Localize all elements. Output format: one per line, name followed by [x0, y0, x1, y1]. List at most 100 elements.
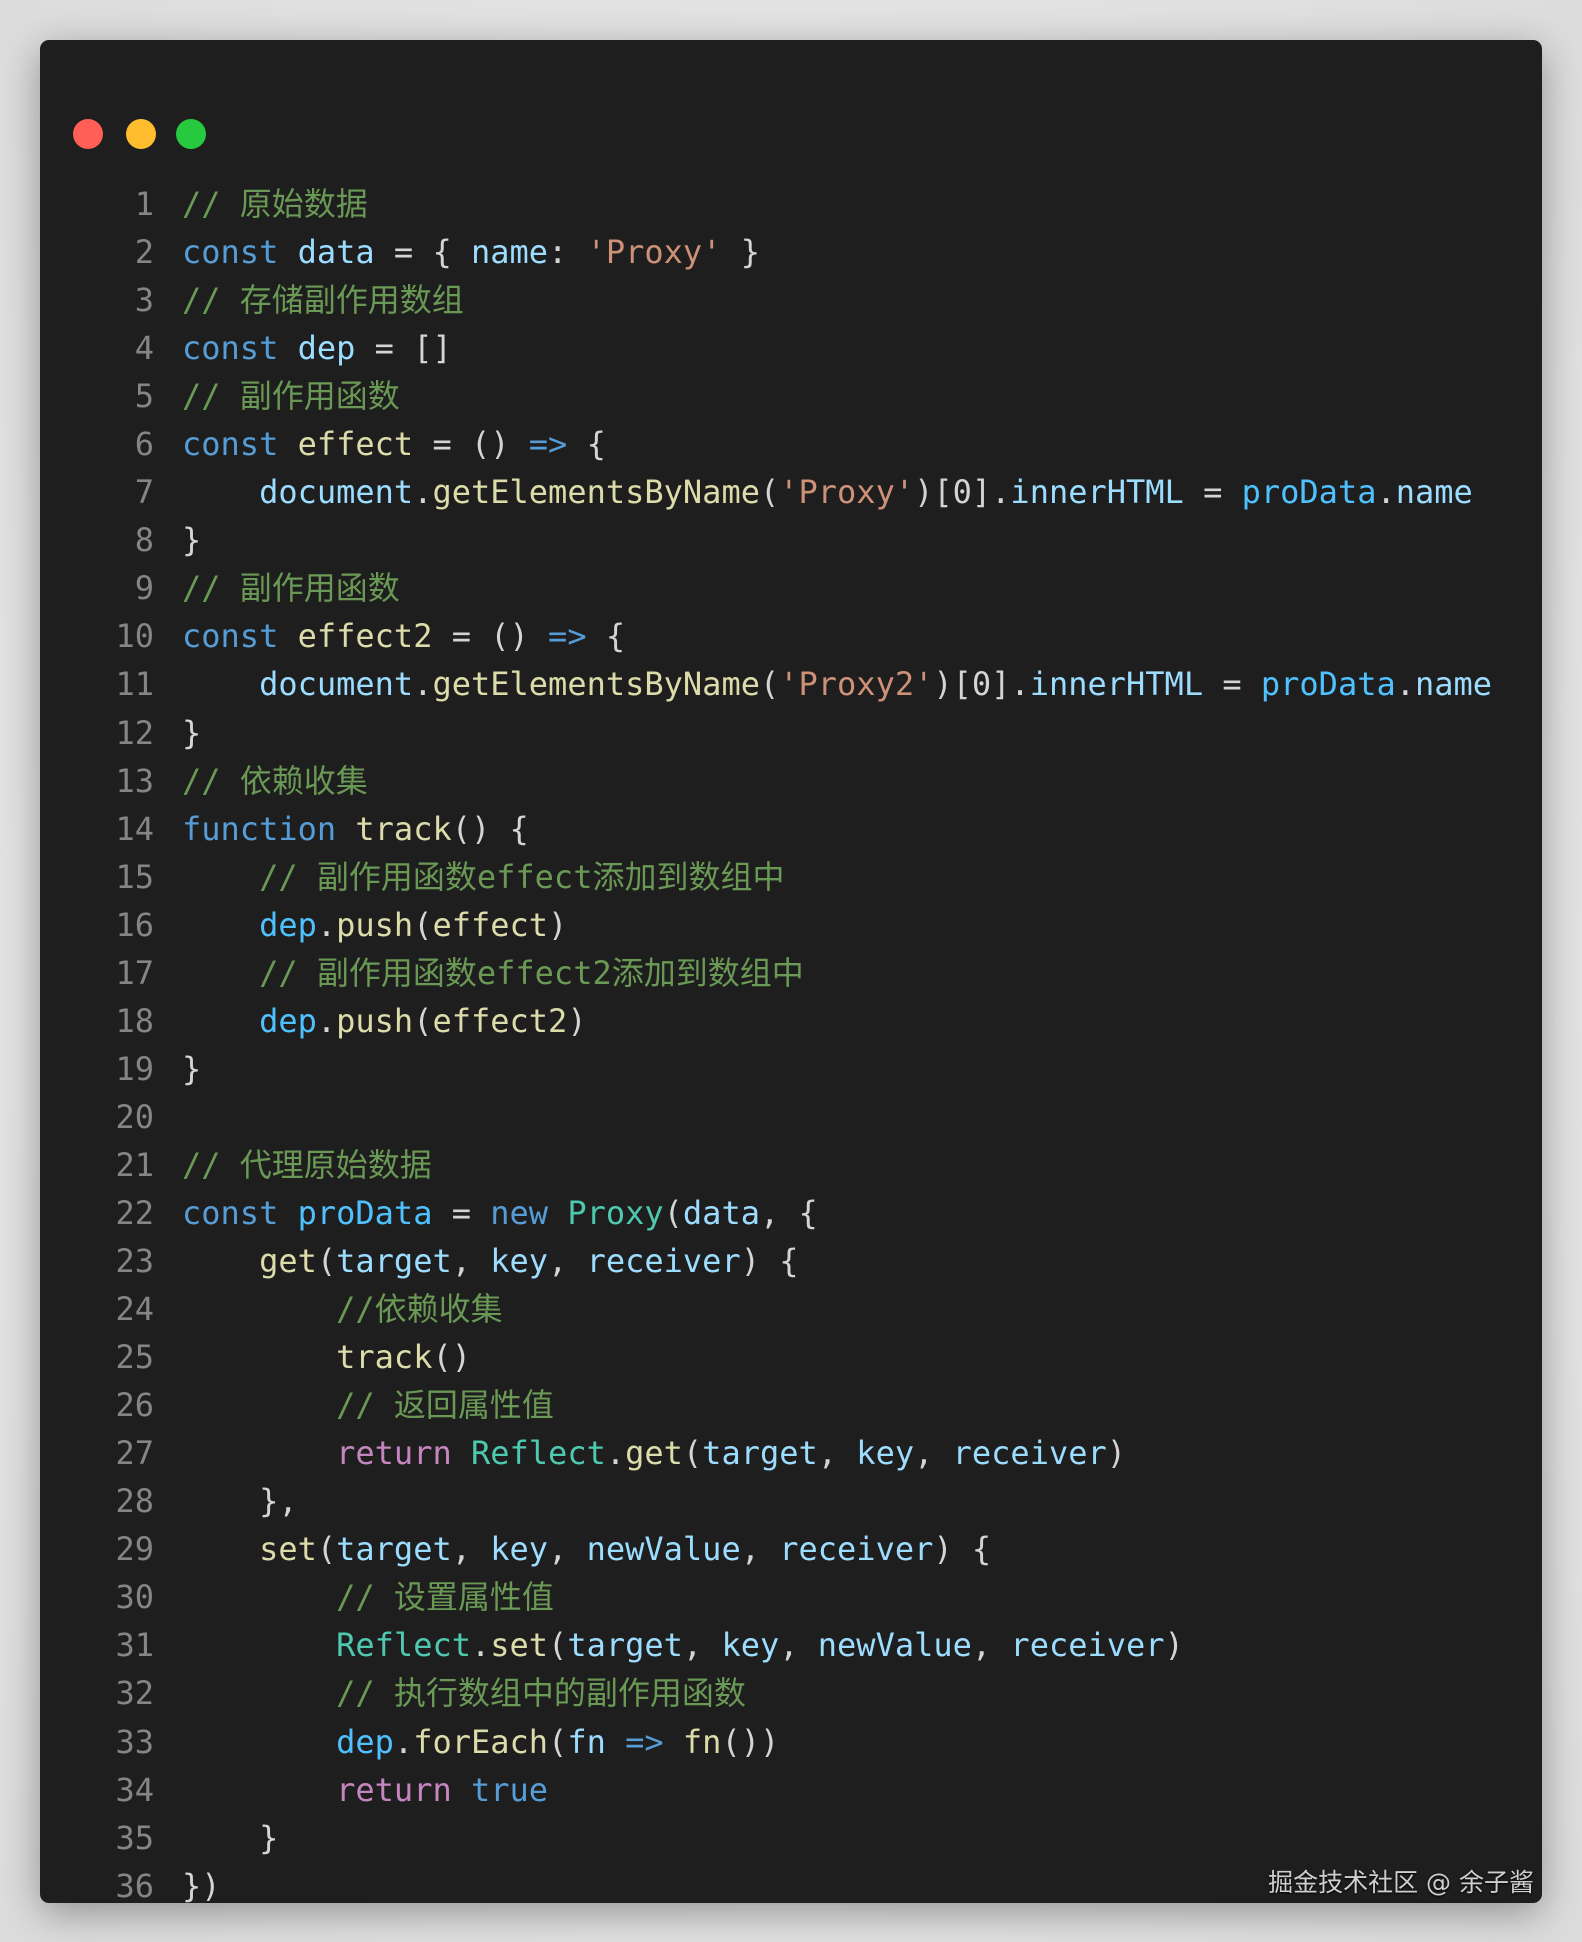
- code-token: ,: [914, 1434, 953, 1473]
- code-line: 8}: [40, 516, 1492, 564]
- line-number: 14: [115, 809, 154, 848]
- code-token: push: [336, 905, 414, 944]
- code-token: dep: [336, 1722, 394, 1761]
- code-token: new: [490, 1193, 568, 1232]
- line-number: 33: [115, 1722, 154, 1761]
- code-token: = (): [413, 425, 529, 464]
- code-token: .: [316, 905, 337, 944]
- line-number: 3: [134, 281, 154, 320]
- line-source: dep.push(effect): [154, 901, 567, 949]
- code-token: set: [490, 1626, 549, 1665]
- line-number: 20: [115, 1097, 154, 1136]
- line-source: }: [154, 1045, 201, 1093]
- code-token: effect2: [432, 1001, 568, 1040]
- code-token: (: [682, 1434, 703, 1473]
- close-button[interactable]: [73, 119, 103, 149]
- code-token: }: [182, 521, 202, 560]
- code-line: 25 track(): [40, 1333, 1492, 1381]
- code-token: newValue: [586, 1530, 741, 1569]
- code-token: const: [182, 1193, 298, 1232]
- code-token: target: [336, 1530, 452, 1569]
- code-token: const: [182, 233, 298, 272]
- line-source: // 返回属性值: [154, 1381, 554, 1429]
- code-line: 26 // 返回属性值: [40, 1381, 1492, 1429]
- code-token: = (): [432, 617, 549, 656]
- minimize-button[interactable]: [126, 119, 156, 149]
- code-token: ,: [740, 1530, 780, 1569]
- line-source: // 副作用函数: [154, 564, 400, 612]
- code-token: push: [336, 1001, 414, 1040]
- code-token: ,: [451, 1242, 491, 1281]
- code-token: () {: [451, 809, 529, 848]
- code-token: effect2: [297, 617, 433, 656]
- code-token: // 副作用函数: [182, 569, 400, 608]
- code-token: =>: [528, 425, 568, 464]
- code-token: },: [182, 1482, 298, 1521]
- code-token: (: [663, 1193, 683, 1232]
- code-line: 12}: [40, 709, 1492, 757]
- code-token: target: [567, 1626, 683, 1665]
- code-token: key: [490, 1242, 549, 1281]
- line-number: 31: [115, 1626, 154, 1665]
- code-token: ) {: [740, 1242, 799, 1281]
- code-token: track: [355, 809, 452, 848]
- code-line: 5 // 副作用函数: [40, 372, 1492, 420]
- code-line: 16 dep.push(effect): [40, 901, 1492, 949]
- code-token: fn: [567, 1722, 606, 1761]
- code-token: ): [567, 1001, 587, 1040]
- code-token: fn: [682, 1722, 722, 1761]
- code-token: (: [548, 1722, 568, 1761]
- line-number: 12: [115, 713, 154, 752]
- line-number: 22: [115, 1193, 154, 1232]
- code-token: // 存储副作用数组: [182, 281, 464, 320]
- line-number: 36: [115, 1866, 154, 1905]
- code-token: data: [682, 1193, 760, 1232]
- code-token: forEach: [413, 1722, 549, 1761]
- maximize-button[interactable]: [176, 119, 206, 149]
- line-number: 28: [115, 1482, 154, 1521]
- code-token: {: [567, 425, 606, 464]
- code-line: 31 Reflect.set(target, key, newValue, re…: [40, 1621, 1492, 1669]
- code-token: (): [432, 1338, 471, 1377]
- code-token: return: [336, 1770, 471, 1809]
- code-line: 15 // 副作用函数effect添加到数组中: [40, 853, 1492, 901]
- code-token: {: [586, 617, 626, 656]
- code-token: :: [548, 233, 587, 272]
- code-token: }: [721, 233, 760, 272]
- code-token: effect: [432, 905, 549, 944]
- code-token: document: [259, 665, 414, 704]
- code-line: 29 set(target, key, newValue, receiver) …: [40, 1525, 1492, 1573]
- code-token: =: [432, 1193, 491, 1232]
- line-source: // 代理原始数据: [154, 1141, 432, 1189]
- code-line: 6 const effect = () => {: [40, 420, 1492, 468]
- code-token: // 返回属性值: [336, 1386, 554, 1425]
- line-number: 11: [115, 665, 154, 704]
- code-token: getElementsByName: [432, 665, 760, 704]
- line-source: //依赖收集: [154, 1285, 503, 1333]
- code-line: 34 return true: [40, 1766, 1492, 1814]
- code-token: // 代理原始数据: [182, 1145, 432, 1184]
- code-token: Reflect: [336, 1626, 471, 1665]
- code-token: = {: [374, 233, 471, 272]
- line-source: }: [154, 516, 201, 564]
- code-line: 24 //依赖收集: [40, 1285, 1492, 1333]
- code-token: ,: [817, 1434, 857, 1473]
- code-token: innerHTML: [1029, 665, 1204, 704]
- line-source: return true: [154, 1766, 548, 1814]
- code-token: true: [470, 1770, 549, 1809]
- code-token: const: [182, 425, 298, 464]
- line-number: 17: [115, 953, 154, 992]
- code-token: set: [259, 1530, 317, 1569]
- code-token: (: [759, 665, 780, 704]
- code-token: ): [1106, 1434, 1127, 1473]
- code-token: .: [413, 473, 433, 512]
- code-token: ,: [451, 1530, 491, 1569]
- line-source: }: [154, 1814, 278, 1862]
